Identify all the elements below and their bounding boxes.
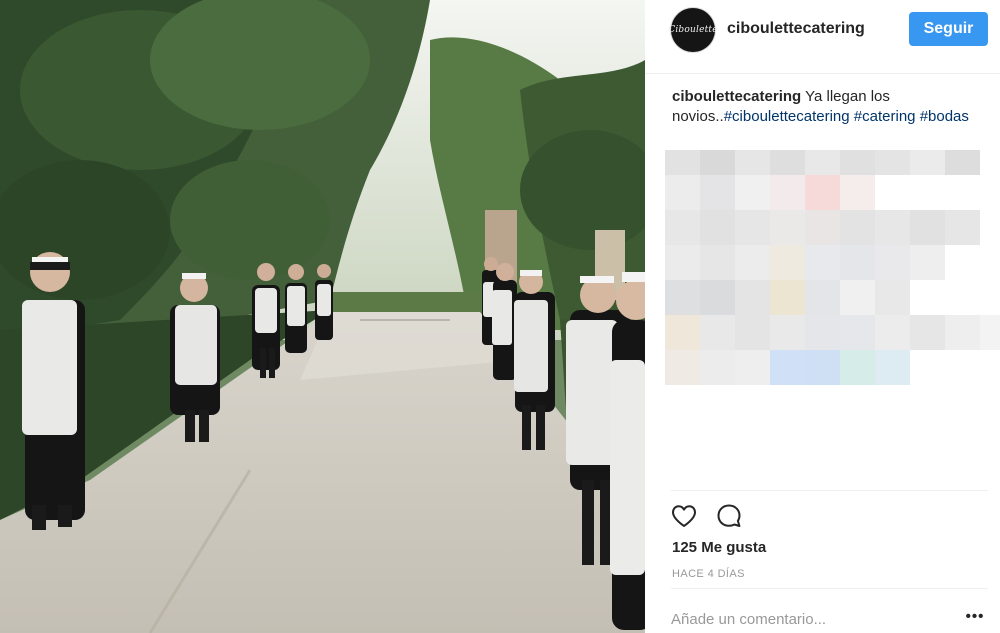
divider bbox=[671, 490, 988, 491]
maid-figure-right-2 bbox=[492, 263, 517, 380]
post-timestamp[interactable]: HACE 4 DÍAS bbox=[672, 568, 745, 580]
caption-username[interactable]: ciboulettecatering bbox=[672, 88, 801, 105]
post-details-panel: Ciboulette ciboulettecatering Seguir cib… bbox=[645, 0, 1000, 633]
avatar[interactable]: Ciboulette bbox=[668, 8, 718, 52]
post-photo-graphic bbox=[0, 0, 645, 633]
like-button[interactable] bbox=[670, 502, 698, 530]
hashtag-link[interactable]: #ciboulettecatering bbox=[724, 108, 850, 125]
username-link[interactable]: ciboulettecatering bbox=[727, 20, 865, 38]
post-header: Ciboulette ciboulettecatering Seguir bbox=[645, 0, 1000, 74]
post-image[interactable] bbox=[0, 0, 645, 633]
hashtag-link[interactable]: #bodas bbox=[920, 108, 969, 125]
heart-icon bbox=[672, 505, 696, 527]
post-caption: ciboulettecatering Ya llegan los novios.… bbox=[672, 87, 982, 127]
comment-button[interactable] bbox=[715, 502, 743, 530]
comment-bubble-icon bbox=[717, 504, 741, 527]
avatar-logo-text: Ciboulette bbox=[668, 25, 718, 35]
add-comment-input[interactable] bbox=[671, 605, 941, 633]
blurred-comments-area bbox=[665, 150, 1000, 386]
maid-figure-right-5 bbox=[610, 272, 645, 630]
hashtag-link[interactable]: #catering bbox=[854, 108, 916, 125]
divider bbox=[671, 588, 988, 589]
more-options-icon[interactable]: ••• bbox=[963, 608, 987, 628]
follow-button[interactable]: Seguir bbox=[909, 12, 988, 46]
like-count[interactable]: 125 Me gusta bbox=[672, 539, 766, 556]
